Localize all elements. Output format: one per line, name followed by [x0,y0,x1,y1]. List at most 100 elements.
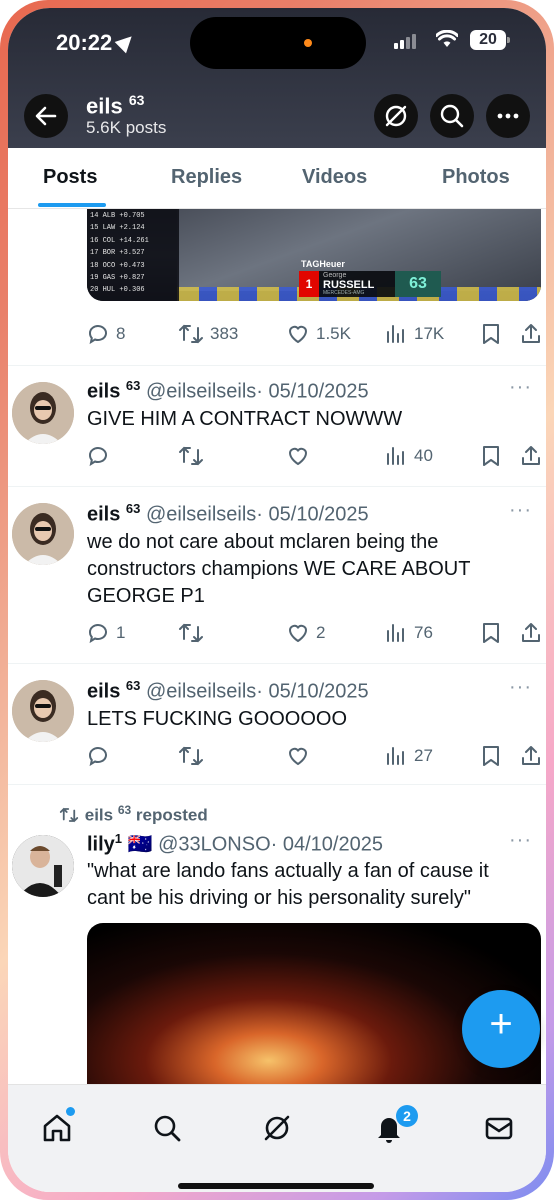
author-name[interactable]: eils [87,681,120,703]
bookmark-button[interactable] [480,621,502,645]
post-date: · 05/10/2025 [256,680,369,703]
post-item[interactable]: eils 63 @eilseilseils· 05/10/2025 ··· we… [8,487,546,663]
post-date: · 05/10/2025 [256,503,369,526]
share-icon [522,324,540,343]
author-handle[interactable]: @eilseilseils [146,504,256,526]
post-media-f1-broadcast[interactable]: 14 ALB +0.705 15 LAW +2.124 16 COL +14.261… [87,209,541,301]
repost-button[interactable] [178,744,204,768]
avatar[interactable] [12,382,74,444]
grok-icon[interactable] [260,1111,294,1145]
like-button[interactable] [286,444,310,468]
reposter-name[interactable]: eils [85,806,113,825]
standings-row: 14 ALB +0.705 [90,212,145,220]
author-badge: 63 [125,678,141,693]
messages-icon[interactable] [482,1111,516,1145]
views-button[interactable]: 17K [384,322,444,346]
post-date: · 05/10/2025 [256,380,369,403]
post-meta: eils 63 @eilseilseils· 05/10/2025 [87,678,369,704]
views-icon [387,624,404,642]
home-unread-dot [66,1107,75,1116]
share-button[interactable] [520,444,542,468]
back-button[interactable] [24,94,68,138]
like-button[interactable]: 1.5K [286,322,351,346]
like-button[interactable]: 2 [286,621,325,645]
home-icon[interactable] [40,1111,74,1145]
bookmark-icon [483,746,499,766]
views-button[interactable]: 27 [384,744,433,768]
bookmark-button[interactable] [480,322,502,346]
repost-button[interactable] [178,621,204,645]
views-button[interactable]: 40 [384,444,433,468]
post-meta: eils 63 @eilseilseils· 05/10/2025 [87,501,369,527]
post-more-button[interactable]: ··· [509,829,532,852]
author-handle[interactable]: @eilseilseils [146,381,256,403]
flag-icon: 🇦🇺 [127,833,153,856]
author-name[interactable]: eils [87,504,120,526]
post-meta: lily1 🇦🇺 @33LONSO· 04/10/2025 [87,831,383,856]
post-actions: 1 2 76 [86,621,546,651]
profile-tabs: Posts Replies Videos Photos [8,148,546,209]
author-handle[interactable]: @eilseilseils [146,681,256,703]
repost-button[interactable] [178,444,204,468]
views-button[interactable]: 76 [384,621,433,645]
battery-indicator: 20 [470,30,510,50]
bookmark-icon [483,324,499,344]
share-button[interactable] [520,322,542,346]
search-icon[interactable] [150,1111,184,1145]
reply-button[interactable] [86,444,116,468]
tab-photos[interactable]: Photos [442,166,510,189]
bottom-navigation: 2 [8,1084,546,1192]
arrow-left-icon [35,106,57,126]
author-badge: 63 [125,378,141,393]
compose-button[interactable]: + [462,990,540,1068]
post-more-button[interactable]: ··· [509,676,532,699]
author-handle[interactable]: @33LONSO [158,834,271,856]
reply-button[interactable]: 1 [86,621,125,645]
grok-button[interactable] [374,94,418,138]
bookmark-icon [483,623,499,643]
like-button[interactable] [286,744,310,768]
repost-button[interactable]: 383 [178,322,238,346]
post-item[interactable]: eils 63 @eilseilseils· 05/10/2025 ··· GI… [8,366,546,486]
post-text: GIVE HIM A CONTRACT NOWWW [87,408,403,430]
post-more-button[interactable]: ··· [509,376,532,399]
avatar[interactable] [12,503,74,565]
search-button[interactable] [430,94,474,138]
tab-posts[interactable]: Posts [43,166,97,189]
reply-icon [89,624,107,644]
bookmark-button[interactable] [480,744,502,768]
tab-replies[interactable]: Replies [171,166,242,189]
profile-name: eils 63 [86,92,145,119]
view-count: 27 [414,746,433,765]
share-button[interactable] [520,744,542,768]
search-icon [440,104,464,128]
view-count: 17K [414,324,445,343]
views-icon [387,747,404,765]
share-button[interactable] [520,621,542,645]
author-name[interactable]: eils [87,381,120,403]
avatar[interactable] [12,835,74,897]
reply-button[interactable]: 8 [86,322,125,346]
avatar[interactable] [12,680,74,742]
repost-count: 383 [210,324,239,343]
repost-icon [179,446,203,466]
ellipsis-icon [497,113,519,119]
tab-videos[interactable]: Videos [302,166,367,189]
like-count: 1.5K [316,324,351,343]
reply-button[interactable] [86,744,110,768]
standings-row: 20 HUL +0.306 [90,286,145,295]
reply-count: 1 [116,623,126,642]
bookmark-button[interactable] [480,444,502,468]
views-icon [387,447,404,465]
post-item[interactable]: eils 63 @eilseilseils· 05/10/2025 ··· LE… [8,664,546,784]
author-name[interactable]: lily [87,834,115,856]
more-options-button[interactable] [486,94,530,138]
device-frame: 20:22 20 eils 63 5.6K posts Posts Replie… [0,0,554,1200]
post-more-button[interactable]: ··· [509,499,532,522]
reply-icon [89,447,107,467]
cellular-signal-icon [394,34,416,49]
repost-indicator: eils 63 reposted [58,803,208,826]
standings-overlay: 14 ALB +0.705 15 LAW +2.124 16 COL +14.261… [87,209,179,301]
driver-caption: 1 George RUSSELL MERCEDES-AMG 63 [299,271,441,297]
repost-item[interactable]: eils 63 reposted lily1 🇦🇺 @33LONSO· 04/1… [8,785,546,1095]
